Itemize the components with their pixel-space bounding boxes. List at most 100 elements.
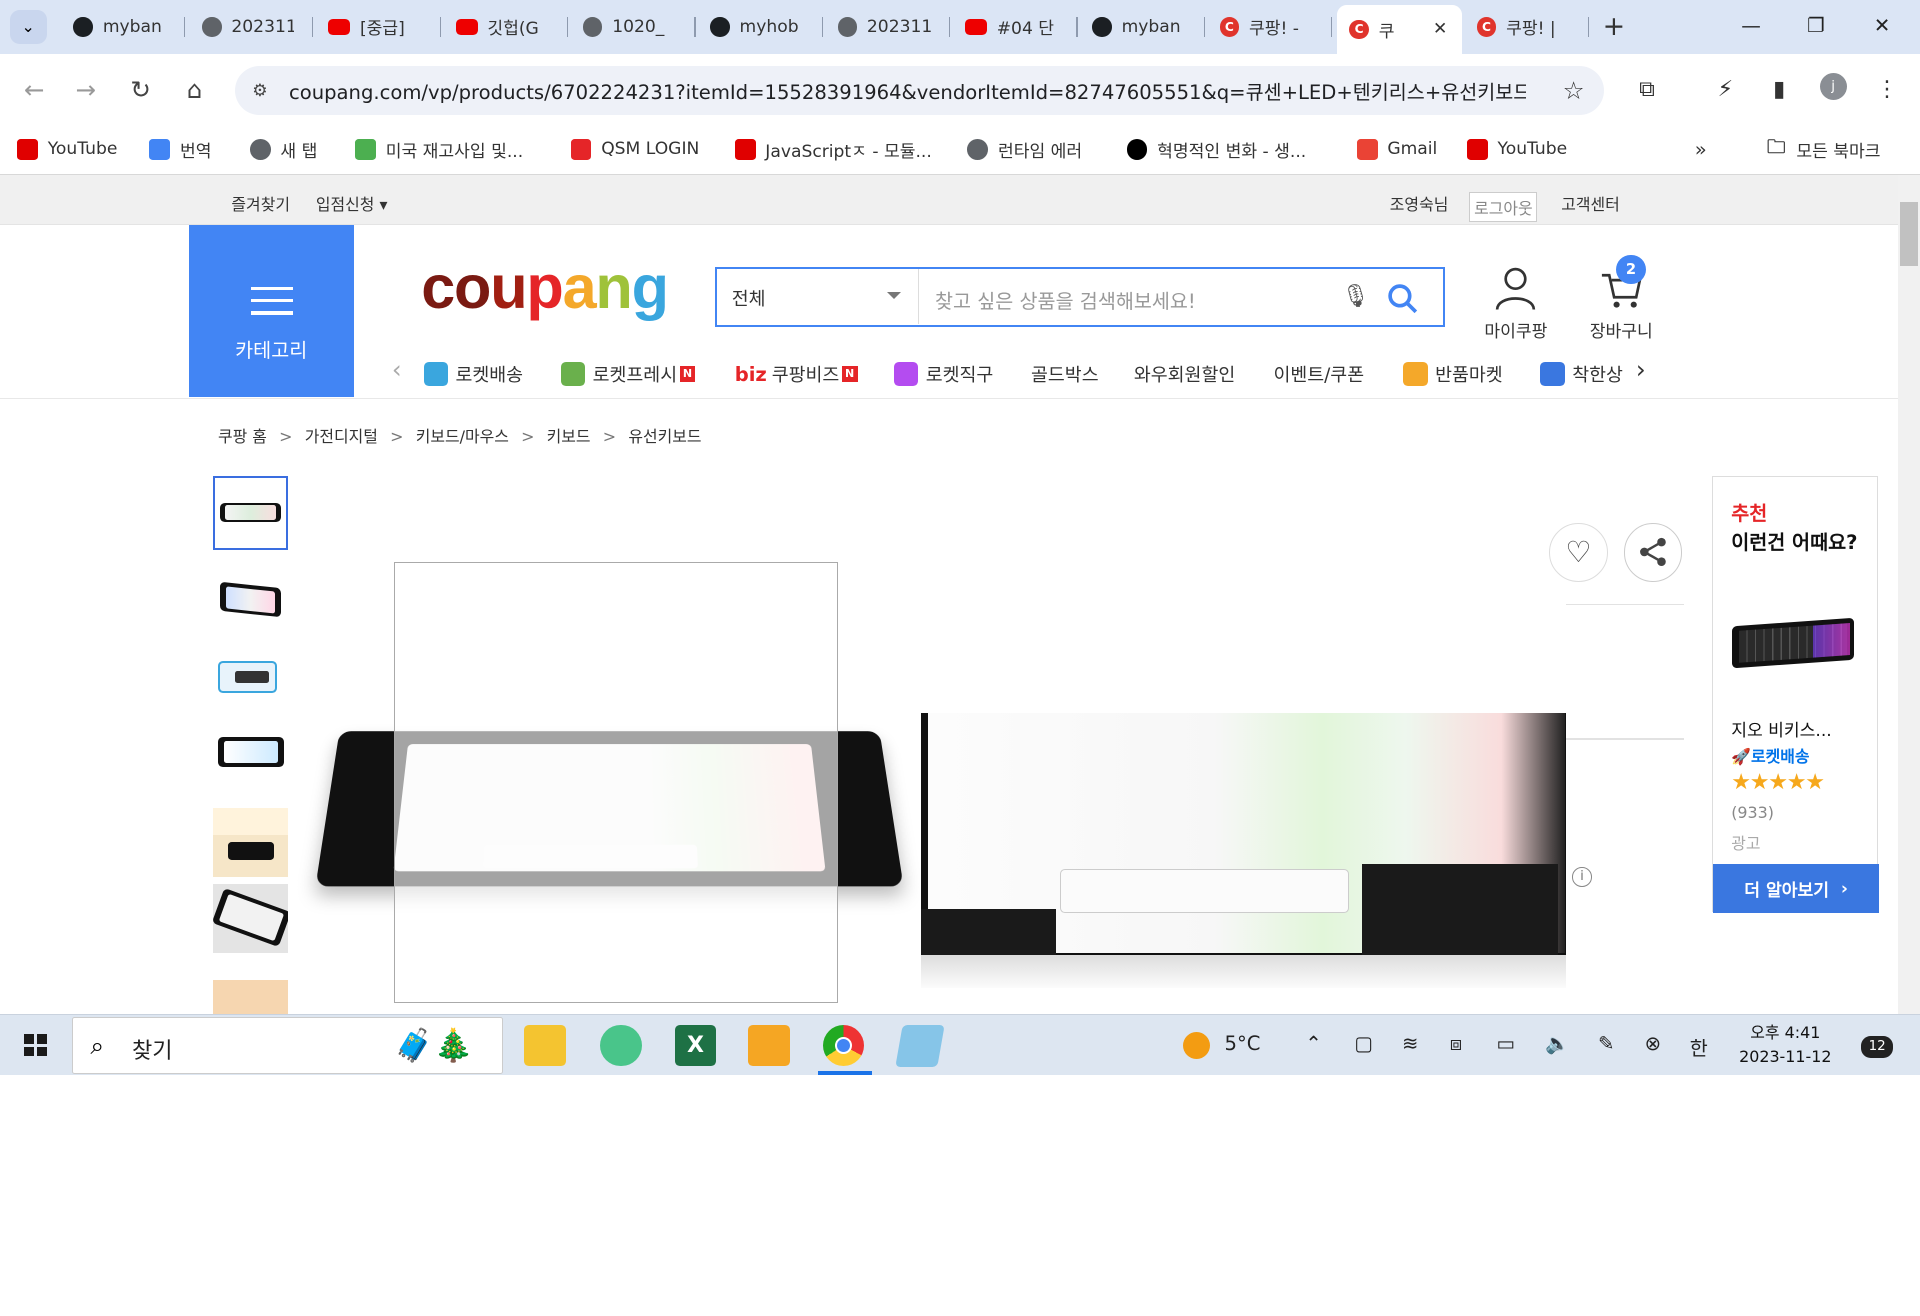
window-app-icon[interactable] <box>895 1024 945 1067</box>
restore-button[interactable]: ❐ <box>1785 7 1846 44</box>
bookmark-item[interactable]: YouTube <box>17 136 117 163</box>
nav-item[interactable]: 로켓프레시 N <box>560 361 696 387</box>
vpn-icon[interactable]: ⧈ <box>1450 1032 1462 1055</box>
nav-item[interactable]: biz 쿠팡비즈 N <box>735 361 858 387</box>
breadcrumb-item[interactable]: 키보드 <box>547 427 591 446</box>
thumbnail-1[interactable] <box>213 476 288 550</box>
nav-item[interactable]: 로켓직구 <box>893 361 993 387</box>
thumbnail-3[interactable] <box>213 647 288 716</box>
close-circle-icon[interactable]: ⊗ <box>1645 1032 1661 1055</box>
chrome-icon[interactable] <box>822 1024 865 1067</box>
scrollbar-thumb[interactable] <box>1900 202 1918 266</box>
close-tab-icon[interactable]: ✕ <box>1433 19 1447 39</box>
side-panel-icon[interactable]: ▮ <box>1761 71 1798 108</box>
category-menu-button[interactable]: 카테고리 <box>188 225 354 397</box>
atom-app-icon[interactable] <box>600 1024 642 1067</box>
breadcrumb-item[interactable]: 쿠팡 홈 <box>218 427 267 446</box>
thumbnail-7[interactable] <box>213 979 288 1014</box>
tab-7[interactable]: 202311 <box>825 7 951 46</box>
windows-start-icon[interactable] <box>24 1034 47 1057</box>
search-category-select[interactable]: 전체 <box>717 268 920 325</box>
recommended-product-name[interactable]: 지오 비키스... <box>1731 716 1832 741</box>
url-text[interactable]: coupang.com/vp/products/6702224231?itemI… <box>289 76 1526 105</box>
meet-icon[interactable]: ▢ <box>1354 1032 1373 1055</box>
wishlist-button[interactable]: ♡ <box>1548 522 1608 582</box>
join-link[interactable]: 입점신청 ▾ <box>316 192 388 215</box>
favorites-link[interactable]: 즐겨찾기 <box>231 192 290 215</box>
taskbar-search-box[interactable]: ⌕ 찾기 🧳🎄 <box>72 1017 504 1074</box>
thumbnail-2[interactable] <box>213 571 288 640</box>
more-bookmarks-icon[interactable]: » <box>1695 136 1707 163</box>
customer-center-link[interactable]: 고객센터 <box>1561 192 1620 215</box>
nav-item[interactable]: 반품마켓 <box>1403 361 1503 387</box>
battery-icon[interactable]: ▭ <box>1496 1032 1515 1055</box>
nav-item[interactable]: 착한상 <box>1540 361 1626 387</box>
profile-avatar[interactable]: j <box>1819 73 1847 101</box>
learn-more-button[interactable]: 더 알아보기 › <box>1712 864 1880 914</box>
tab-6[interactable]: myhob <box>698 7 823 46</box>
nav-item[interactable]: 골드박스 <box>1031 361 1099 387</box>
share-button[interactable] <box>1623 522 1683 582</box>
notification-badge[interactable]: 12 <box>1861 1035 1894 1058</box>
volume-icon[interactable]: 🔈 <box>1545 1032 1569 1055</box>
search-input[interactable]: 찾고 싶은 상품을 검색해보세요! <box>935 285 1196 314</box>
wifi-icon[interactable]: ≋ <box>1402 1032 1418 1055</box>
tab-8[interactable]: #04 단 <box>953 7 1078 46</box>
bookmark-item[interactable]: 혁명적인 변화 - 생... <box>1126 136 1306 163</box>
bookmark-star-icon[interactable]: ☆ <box>1563 76 1585 105</box>
new-tab-button[interactable]: + <box>1597 11 1631 43</box>
tab-2[interactable]: 202311 <box>190 7 314 46</box>
weather-sun-icon[interactable] <box>1182 1032 1210 1059</box>
weather-temperature[interactable]: 5°C <box>1225 1032 1261 1055</box>
breadcrumb-item[interactable]: 가전디지털 <box>305 427 378 446</box>
tab-4[interactable]: 깃헙(G <box>443 7 569 46</box>
breadcrumb-item[interactable]: 키보드/마우스 <box>416 427 509 446</box>
pen-icon[interactable]: ✎ <box>1598 1032 1614 1055</box>
breadcrumb-item[interactable]: 유선키보드 <box>628 427 701 446</box>
file-explorer-icon[interactable] <box>524 1024 566 1067</box>
bookmark-item[interactable]: 미국 재고사입 및... <box>355 136 523 163</box>
performance-icon[interactable]: ⚡ <box>1707 71 1744 108</box>
recommended-product-image[interactable] <box>1732 617 1855 668</box>
all-bookmarks-folder[interactable]: 🗀 모든 북마크 <box>1766 136 1881 163</box>
bookmark-item[interactable]: 런타임 에러 <box>967 136 1082 163</box>
address-bar[interactable]: ⚙ coupang.com/vp/products/6702224231?ite… <box>235 66 1605 116</box>
clock[interactable]: 오후 4:41 2023-11-12 <box>1736 1021 1834 1070</box>
extensions-icon[interactable]: ⧉ <box>1629 71 1666 108</box>
bookmark-item[interactable]: QSM LOGIN <box>570 136 699 163</box>
chevron-up-icon[interactable]: ⌃ <box>1305 1032 1321 1055</box>
tab-3[interactable]: [중급] <box>316 7 441 46</box>
my-coupang-button[interactable]: 마이쿠팡 <box>1477 263 1555 342</box>
more-menu-icon[interactable]: ⋮ <box>1869 71 1906 108</box>
tab-11[interactable]: C 쿠 ✕ <box>1337 4 1463 54</box>
home-button[interactable]: ⌂ <box>175 70 214 109</box>
tab-search-button[interactable]: ⌄ <box>9 9 47 45</box>
tab-9[interactable]: myban <box>1080 7 1205 46</box>
thumbnail-4[interactable] <box>213 722 288 791</box>
bookmark-item[interactable]: 새 탭 <box>249 136 317 163</box>
search-icon[interactable] <box>1384 280 1421 317</box>
nav-prev-arrow-icon[interactable]: ‹ <box>392 355 402 384</box>
tab-10[interactable]: C 쿠팡! - <box>1207 7 1333 46</box>
bookmark-item[interactable]: Gmail <box>1356 136 1437 163</box>
logout-button[interactable]: 로그아웃 <box>1469 192 1538 223</box>
reload-button[interactable]: ↻ <box>121 70 160 109</box>
tab-12[interactable]: C 쿠팡! | <box>1465 7 1590 46</box>
coupang-logo[interactable]: coupang <box>421 251 669 324</box>
bookmark-item[interactable]: 번역 <box>149 136 211 163</box>
tab-1[interactable]: myban <box>61 7 185 46</box>
site-info-icon[interactable]: ⚙ <box>252 81 267 101</box>
bookmark-item[interactable]: JavaScriptㅈ - 모듈... <box>734 136 932 163</box>
tab-5[interactable]: 1020_ <box>571 7 696 46</box>
ime-indicator[interactable]: 한 <box>1690 1032 1708 1061</box>
close-window-button[interactable]: ✕ <box>1851 7 1912 44</box>
nav-item[interactable]: 로켓배송 <box>423 361 523 387</box>
back-button[interactable]: ← <box>15 70 54 109</box>
info-icon[interactable]: i <box>1572 866 1592 887</box>
thumbnail-5[interactable] <box>213 808 288 877</box>
bookmark-item[interactable]: YouTube <box>1466 136 1567 163</box>
microphone-icon[interactable]: 🎙 <box>1342 284 1370 309</box>
nav-item[interactable]: 와우회원할인 <box>1134 361 1235 387</box>
nav-next-arrow-icon[interactable]: › <box>1636 355 1646 384</box>
notes-app-icon[interactable] <box>748 1024 790 1067</box>
